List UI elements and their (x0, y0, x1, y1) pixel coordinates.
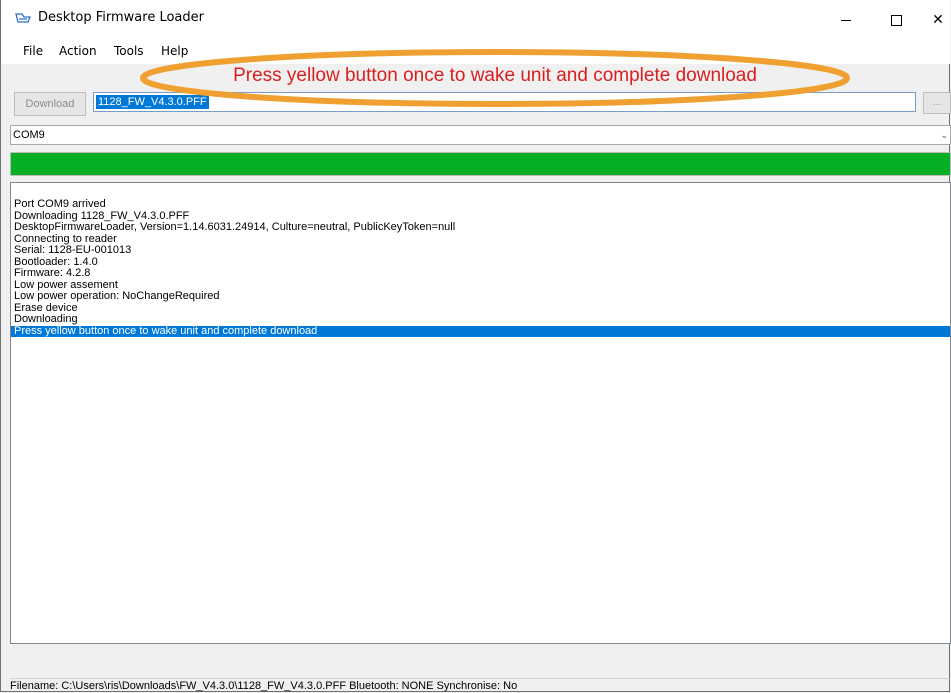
maximize-button[interactable] (873, 0, 919, 38)
log-line[interactable]: Connecting to reader (11, 233, 950, 246)
download-button[interactable]: Download (14, 92, 86, 116)
log-line[interactable]: Bootloader: 1.4.0 (11, 256, 950, 269)
port-select[interactable]: COM9 ⌄ (10, 125, 951, 145)
log-line[interactable]: Firmware: 4.2.8 (11, 267, 950, 280)
download-progress-bar (10, 152, 951, 176)
app-icon (15, 13, 31, 23)
menu-action[interactable]: Action (59, 44, 97, 58)
close-icon: ✕ (932, 11, 944, 27)
log-line[interactable]: Serial: 1128-EU-001013 (11, 244, 950, 257)
log-line[interactable]: Port COM9 arrived (11, 198, 950, 211)
log-lines: Port COM9 arrived Downloading 1128_FW_V4.… (11, 198, 950, 337)
close-button[interactable]: ✕ (915, 0, 951, 38)
window-title: Desktop Firmware Loader (38, 10, 204, 25)
log-line[interactable]: Press yellow button once to wake unit an… (11, 325, 950, 337)
log-line[interactable]: Low power operation: NoChangeRequired (11, 290, 950, 303)
log-listbox[interactable]: Port COM9 arrived Downloading 1128_FW_V4.… (10, 182, 951, 644)
status-bar: Filename: C:\Users\ris\Downloads\FW_V4.3… (10, 678, 951, 693)
minimize-button[interactable] (823, 0, 869, 38)
log-line[interactable]: DesktopFirmwareLoader, Version=1.14.6031… (11, 221, 950, 234)
chevron-down-icon: ⌄ (940, 130, 948, 140)
title-bar[interactable]: Desktop Firmware Loader ✕ (1, 0, 950, 38)
progress-fill (11, 153, 950, 175)
browse-button[interactable]: ... (923, 92, 951, 114)
log-line[interactable]: Erase device (11, 302, 950, 315)
menu-file[interactable]: File (23, 44, 43, 58)
port-select-value: COM9 (13, 129, 45, 141)
log-line[interactable]: Downloading (11, 313, 950, 326)
minimize-icon (841, 19, 851, 21)
maximize-icon (890, 14, 902, 26)
annotation-text: Press yellow button once to wake unit an… (233, 65, 757, 86)
